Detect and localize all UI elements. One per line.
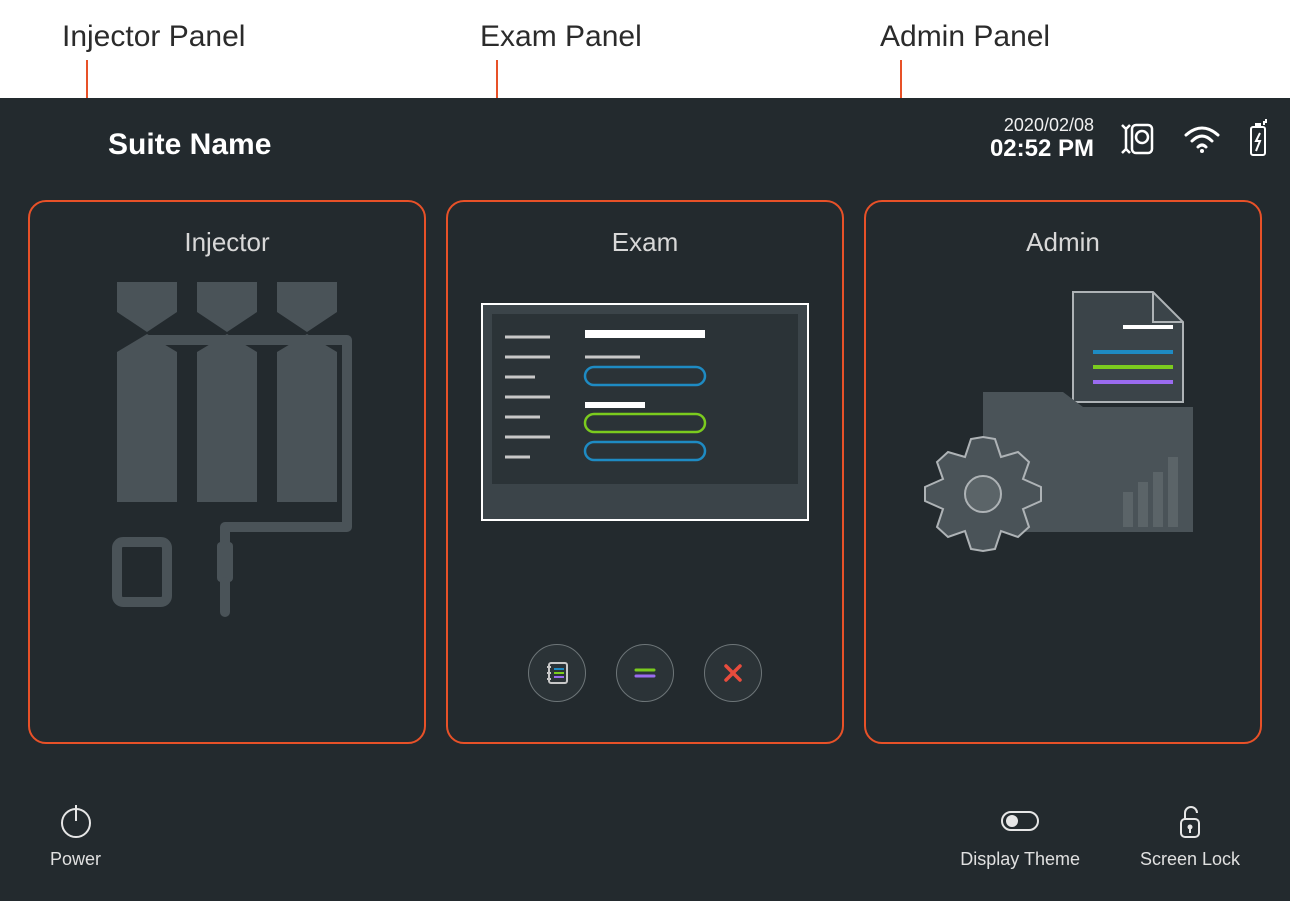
suite-name: Suite Name: [108, 128, 271, 162]
app-shell: Suite Name 2020/02/08 02:52 PM: [0, 98, 1290, 901]
admin-panel[interactable]: Admin: [864, 200, 1262, 744]
injector-title: Injector: [30, 227, 424, 258]
diagram-callouts: Injector Panel Exam Panel Admin Panel: [0, 0, 1290, 98]
close-button[interactable]: [704, 644, 762, 702]
status-date: 2020/02/08: [990, 116, 1094, 136]
connection-icon: [1118, 119, 1158, 159]
display-theme-toggle[interactable]: Display Theme: [960, 801, 1080, 870]
injector-graphic: [30, 282, 424, 742]
wifi-icon: [1182, 123, 1222, 155]
power-label: Power: [50, 849, 101, 870]
injector-panel[interactable]: Injector: [28, 200, 426, 744]
power-icon: [50, 801, 101, 841]
exam-panel[interactable]: Exam: [446, 200, 844, 744]
theme-label: Display Theme: [960, 849, 1080, 870]
list-button[interactable]: [616, 644, 674, 702]
admin-title: Admin: [866, 227, 1260, 258]
unlock-icon: [1140, 801, 1240, 841]
exam-title: Exam: [448, 227, 842, 258]
toggle-icon: [960, 801, 1080, 841]
topbar: Suite Name 2020/02/08 02:52 PM: [0, 98, 1290, 168]
datetime: 2020/02/08 02:52 PM: [990, 116, 1094, 162]
screen-lock-button[interactable]: Screen Lock: [1140, 801, 1240, 870]
power-button[interactable]: Power: [50, 801, 101, 870]
battery-icon: [1246, 119, 1270, 159]
panels-row: Injector: [28, 200, 1262, 744]
callout-exam: Exam Panel: [480, 20, 642, 54]
callout-injector: Injector Panel: [62, 20, 245, 54]
status-time: 02:52 PM: [990, 136, 1094, 162]
lock-label: Screen Lock: [1140, 849, 1240, 870]
admin-graphic: [866, 282, 1260, 742]
bottombar: Power Display Theme Screen Lock: [0, 801, 1290, 881]
callout-admin: Admin Panel: [880, 20, 1050, 54]
notebook-button[interactable]: [528, 644, 586, 702]
exam-action-buttons: [448, 644, 842, 702]
status-area: 2020/02/08 02:52 PM: [990, 116, 1270, 162]
